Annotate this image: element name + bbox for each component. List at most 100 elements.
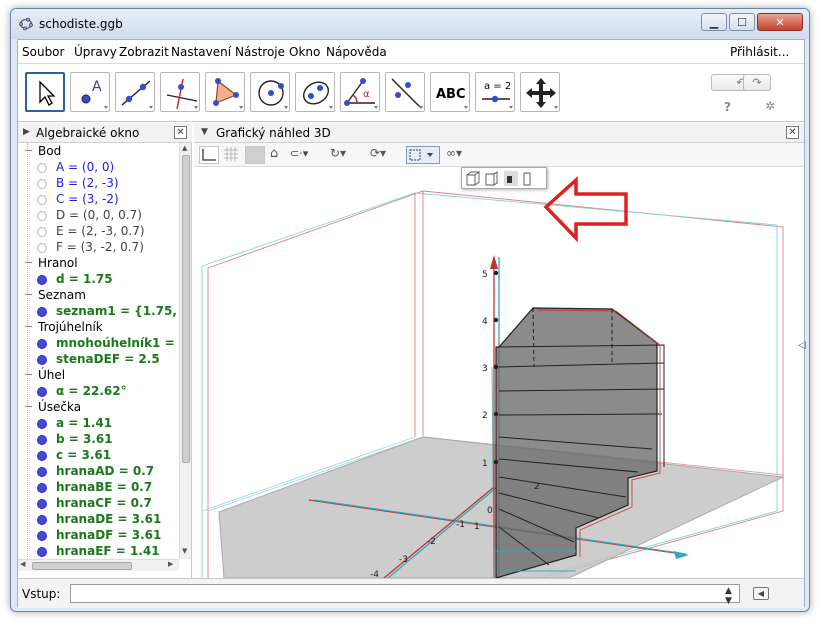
title-bar[interactable]: schodiste.ggb ▁ ☐ ✕ (11, 9, 809, 39)
visibility-off-icon[interactable] (37, 243, 47, 253)
stereo-glasses-icon[interactable]: ∞▾ (446, 146, 462, 160)
line-tool-button[interactable] (115, 72, 155, 112)
visibility-on-icon[interactable] (37, 547, 47, 557)
scroll-up-icon[interactable]: ▲ (182, 144, 187, 152)
visibility-off-icon[interactable] (37, 195, 47, 205)
menu-tools[interactable]: Nástroje (235, 45, 285, 59)
angle-tool-button[interactable]: α (340, 72, 380, 112)
input-label: Vstup: (22, 587, 61, 601)
minimize-button[interactable]: ▁ (701, 13, 727, 31)
expand-panel-icon[interactable]: ◁ (798, 340, 806, 351)
algebra-horizontal-scrollbar[interactable]: ◀ ▶ (18, 559, 179, 571)
graphics-3d-header: ▼ Grafický náhled 3D ✕ (194, 123, 804, 143)
visibility-on-icon[interactable] (37, 467, 47, 477)
scroll-thumb[interactable] (182, 155, 190, 463)
menu-options[interactable]: Nastavení (171, 45, 231, 59)
algebra-group-label: Bod (38, 144, 62, 158)
visibility-on-icon[interactable] (37, 275, 47, 285)
polygon-tool-button[interactable] (205, 72, 245, 112)
gear-icon[interactable]: ✲ (765, 99, 775, 113)
algebra-item-text: hranaDF = 3.61 (56, 528, 162, 542)
perpendicular-tool-button[interactable] (160, 72, 200, 112)
redo-button[interactable]: ↷ (743, 74, 771, 91)
graphics-3d-canvas[interactable]: 5 4 3 2 1 0 -1 -2 -3 -4 1 2 (194, 167, 804, 578)
input-field[interactable] (70, 584, 740, 603)
menu-help[interactable]: Nápověda (326, 45, 387, 59)
algebra-item-text: hranaEF = 1.41 (56, 544, 160, 558)
tree-collapse-icon[interactable]: − (24, 320, 33, 333)
scroll-left-icon[interactable]: ◀ (20, 560, 25, 568)
conic-tool-button[interactable] (295, 72, 335, 112)
plane-toggle-icon[interactable] (245, 146, 265, 164)
menu-file[interactable]: Soubor (22, 45, 64, 59)
visibility-on-icon[interactable] (37, 307, 47, 317)
move-view-tool-button[interactable] (520, 72, 560, 112)
algebra-item-text: hranaDE = 3.61 (56, 512, 162, 526)
app-window: schodiste.ggb ▁ ☐ ✕ Soubor Úpravy Zobraz… (10, 8, 810, 612)
tree-collapse-icon[interactable]: − (24, 288, 33, 301)
x-axis-label-1: 1 (474, 522, 480, 532)
slider-tool-button[interactable]: a = 2 (475, 72, 515, 112)
point-tool-button[interactable]: A (70, 72, 110, 112)
text-tool-button[interactable]: ABC (430, 72, 470, 112)
visibility-on-icon[interactable] (37, 419, 47, 429)
scroll-down-icon[interactable]: ▼ (182, 547, 187, 555)
visibility-on-icon[interactable] (37, 515, 47, 525)
menu-view[interactable]: Zobrazit (119, 45, 169, 59)
login-link[interactable]: Přihlásit... (730, 45, 789, 59)
x-axis-label-2: 2 (534, 482, 540, 492)
rotate-view-icon[interactable]: ↻▾ (330, 146, 346, 160)
tree-collapse-icon[interactable]: − (24, 144, 33, 157)
visibility-on-icon[interactable] (37, 387, 47, 397)
algebra-item-text: a = 1.41 (56, 416, 113, 430)
input-bar: Vstup: ▲ ▼ ◀ (18, 578, 804, 608)
point-capture-icon[interactable]: ⊂⋅▾ (290, 147, 308, 160)
axes-toggle-icon[interactable] (199, 146, 219, 164)
z-axis-label-4: 4 (482, 317, 488, 327)
clipping-box-dropdown[interactable] (406, 146, 440, 164)
close-button[interactable]: ✕ (757, 13, 803, 31)
graphics-3d-title: Grafický náhled 3D (216, 126, 331, 140)
visibility-on-icon[interactable] (37, 483, 47, 493)
visibility-on-icon[interactable] (37, 451, 47, 461)
visibility-on-icon[interactable] (37, 531, 47, 541)
point-icon: A (81, 79, 108, 109)
scroll-right-icon[interactable]: ▶ (168, 560, 173, 568)
move-tool-button[interactable] (25, 72, 65, 112)
visibility-on-icon[interactable] (37, 339, 47, 349)
collapse-triangle-icon[interactable]: ▶ (23, 127, 30, 137)
algebra-item-text: c = 3.61 (56, 448, 112, 462)
grid-toggle-icon[interactable] (222, 146, 242, 164)
menu-edit[interactable]: Úpravy (74, 45, 117, 59)
visibility-on-icon[interactable] (37, 435, 47, 445)
algebra-close-icon[interactable]: ✕ (174, 126, 187, 139)
graphics-3d-close-icon[interactable]: ✕ (786, 126, 799, 139)
tree-collapse-icon[interactable]: − (24, 256, 33, 269)
maximize-button[interactable]: ☐ (729, 13, 755, 31)
tree-collapse-icon[interactable]: − (24, 368, 33, 381)
collapse-triangle-icon[interactable]: ▼ (201, 127, 208, 137)
svg-text:ABC: ABC (436, 87, 466, 102)
algebra-item-text: b = 3.61 (56, 432, 113, 446)
visibility-on-icon[interactable] (37, 499, 47, 509)
reflect-tool-button[interactable] (385, 72, 425, 112)
algebra-item-text: A = (0, 0) (56, 160, 115, 174)
menu-window[interactable]: Okno (289, 45, 320, 59)
visibility-on-icon[interactable] (37, 355, 47, 365)
visibility-off-icon[interactable] (37, 211, 47, 221)
visibility-off-icon[interactable] (37, 227, 47, 237)
help-icon[interactable]: ? (724, 100, 731, 114)
scroll-thumb-horizontal[interactable] (32, 562, 132, 570)
visibility-off-icon[interactable] (37, 163, 47, 173)
keyboard-icon[interactable]: ◀ (753, 587, 769, 600)
input-history-icon[interactable]: ▲ ▼ (725, 586, 732, 606)
view-direction-icon[interactable]: ⟳▾ (370, 146, 386, 160)
algebra-item-text: C = (3, -2) (56, 192, 119, 206)
circle-tool-button[interactable] (250, 72, 290, 112)
algebra-vertical-scrollbar[interactable]: ▲ ▼ (179, 143, 191, 559)
visibility-off-icon[interactable] (37, 179, 47, 189)
home-icon[interactable]: ⌂ (270, 146, 278, 161)
window-title: schodiste.ggb (39, 17, 123, 31)
tree-collapse-icon[interactable]: − (24, 400, 33, 413)
y-axis-label-neg3: -3 (399, 555, 408, 565)
